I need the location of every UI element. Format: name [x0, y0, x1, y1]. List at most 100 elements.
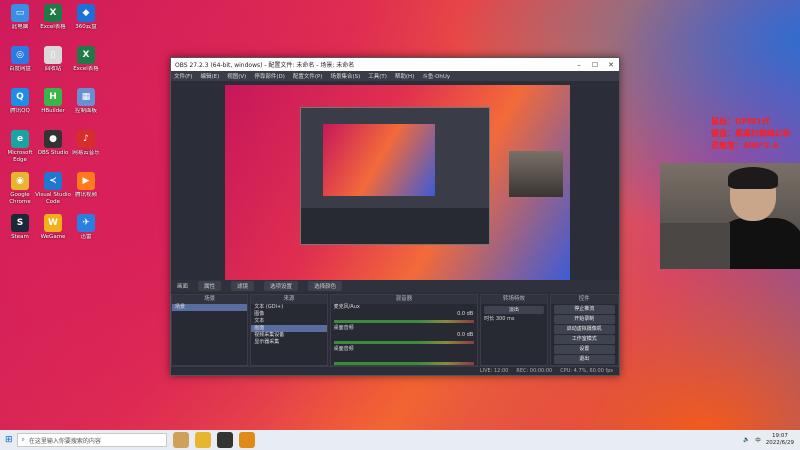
- desktop-icon[interactable]: W WeGame: [35, 214, 71, 241]
- app-icon: ▶: [77, 172, 95, 190]
- desktop-icon[interactable]: H HBuilder: [35, 88, 71, 115]
- desktop-icon[interactable]: X Excel表格: [35, 4, 71, 31]
- option-settings-button[interactable]: 选项设置: [264, 281, 299, 291]
- source-item[interactable]: 显示器采集: [251, 339, 326, 346]
- desktop-icon-label: 此电脑: [11, 24, 29, 30]
- control-button[interactable]: 设置: [553, 345, 615, 354]
- app-icon: ≺: [44, 172, 62, 190]
- select-color-button[interactable]: 选择颜色: [308, 281, 343, 291]
- desktop-icon[interactable]: ▦ 控制面板: [68, 88, 104, 115]
- source-item[interactable]: 文本: [251, 318, 326, 325]
- menu-item[interactable]: 配置文件(P): [293, 72, 323, 80]
- live-status: LIVE: 12:00: [479, 368, 509, 374]
- desktop-icon-label: OBS Studio: [37, 150, 69, 156]
- desktop-icon[interactable]: e Microsoft Edge: [2, 130, 38, 163]
- volume-icon[interactable]: 🔈: [743, 437, 750, 443]
- app-icon: ▭: [11, 4, 29, 22]
- webcam-desk: [660, 223, 730, 269]
- desktop-icon[interactable]: ◉ Google Chrome: [2, 172, 38, 205]
- mixer-track-level: 0.0 dB: [457, 332, 474, 338]
- system-tray: 🔈 中 19:07 2022/6/29: [743, 433, 800, 447]
- control-button[interactable]: 停止推流: [553, 305, 615, 314]
- menu-item[interactable]: 工具(T): [368, 72, 387, 80]
- volume-meter[interactable]: [333, 362, 475, 365]
- properties-button[interactable]: 属性: [198, 281, 222, 291]
- control-button[interactable]: 工作室模式: [553, 335, 615, 344]
- menu-item[interactable]: 帮助(H): [395, 72, 414, 80]
- desktop-icon[interactable]: ▭ 此电脑: [2, 4, 38, 31]
- rec-status: REC: 00:00:00: [516, 368, 553, 374]
- source-item[interactable]: 视频采集设备: [251, 332, 326, 339]
- source-item[interactable]: 文本 (GDI+): [251, 304, 326, 311]
- app-icon: ●: [44, 130, 62, 148]
- clock-date: 2022/6/29: [765, 440, 794, 446]
- volume-meter[interactable]: [333, 320, 475, 323]
- control-button[interactable]: 开始录制: [553, 315, 615, 324]
- taskbar-chrome-icon[interactable]: [194, 432, 211, 448]
- volume-meter[interactable]: [333, 341, 475, 344]
- window-titlebar[interactable]: OBS 27.2.3 (64-bit, windows) - 配置文件: 未命名…: [171, 58, 619, 71]
- controls-dock: 控件 停止推流 开始录制 启动虚拟摄像机 工作室模式 设置 退出: [549, 294, 619, 366]
- app-icon: ▦: [77, 88, 95, 106]
- desktop-icon[interactable]: ♪ 网易云音乐: [68, 130, 104, 157]
- clock[interactable]: 19:07 2022/6/29: [766, 433, 794, 447]
- desktop-icon[interactable]: ✈ 迅雷: [68, 214, 104, 241]
- desktop-icon-label: Steam: [11, 234, 29, 240]
- control-button[interactable]: 启动虚拟摄像机: [553, 325, 615, 334]
- taskbar-app-icon[interactable]: [238, 432, 255, 448]
- taskbar-obs-icon[interactable]: [216, 432, 233, 448]
- duration-value[interactable]: 300 ms: [496, 316, 515, 322]
- desktop-icon[interactable]: X Excel表格: [68, 46, 104, 73]
- menu-item[interactable]: 斗鱼·OhUy: [422, 72, 450, 80]
- nested-webcam: [509, 151, 563, 197]
- desktop-icon[interactable]: ● OBS Studio: [35, 130, 71, 157]
- desktop-icon[interactable]: ▯ 回收站: [35, 46, 71, 73]
- app-icon: X: [44, 4, 62, 22]
- mixer-dock: 混音器 麦克风/Aux 0.0 dB 桌面音频 0.0 dB 桌面音频: [329, 294, 479, 366]
- mixer-track-name: 桌面音频: [333, 325, 354, 331]
- app-icon: ✈: [77, 214, 95, 232]
- scene-item[interactable]: 场景: [172, 304, 248, 311]
- cpu-status: CPU: 4.7%, 60.00 fps: [560, 368, 613, 374]
- start-icon[interactable]: ⊞: [5, 435, 13, 445]
- desktop-icon[interactable]: ◎ 百度网盘: [2, 46, 38, 73]
- minimize-icon[interactable]: –: [571, 58, 587, 71]
- mixer-track-level: [331, 353, 478, 360]
- maximize-icon[interactable]: ☐: [587, 58, 603, 71]
- mixer-track-name: 麦克风/Aux: [333, 304, 360, 310]
- menu-item[interactable]: 视图(V): [227, 72, 246, 80]
- lang-indicator[interactable]: 中: [755, 436, 761, 444]
- desktop-icon[interactable]: ▶ 腾讯视频: [68, 172, 104, 199]
- menu-item[interactable]: 停靠部件(D): [254, 72, 285, 80]
- taskbar-search[interactable]: ⌕ 在这里输入你要搜索的内容: [16, 433, 167, 447]
- source-item[interactable]: 画面: [251, 325, 327, 332]
- filters-button[interactable]: 滤镜: [231, 281, 255, 291]
- transition-select[interactable]: 淡出: [484, 306, 544, 314]
- desktop-icon-label: 腾讯视频: [74, 192, 97, 198]
- duration-label: 时长 300 ms: [484, 316, 515, 322]
- obs-window[interactable]: OBS 27.2.3 (64-bit, windows) - 配置文件: 未命名…: [170, 57, 620, 376]
- menu-item[interactable]: 场景集合(S): [330, 72, 360, 80]
- status-bar: LIVE: 12:00 REC: 00:00:00 CPU: 4.7%, 60.…: [171, 366, 619, 375]
- nested-preview: [323, 124, 435, 196]
- dock-area: 场景 场景 来源 文本 (GDI+) 图像 文本 画面 视频采集设备 显示器采集 混音器 …: [171, 294, 619, 366]
- control-button[interactable]: 退出: [553, 355, 615, 364]
- desktop-icon[interactable]: S Steam: [2, 214, 38, 241]
- desktop-icon-label: Google Chrome: [9, 192, 31, 205]
- close-icon[interactable]: ✕: [603, 58, 619, 71]
- transitions-header: 转场特效: [481, 295, 547, 304]
- nested-obs-window: [300, 107, 490, 245]
- menu-item[interactable]: 文件(F): [174, 72, 192, 80]
- source-item[interactable]: 图像: [251, 311, 326, 318]
- overlay-line-mouse: 鼠标：GPW1代: [711, 117, 770, 126]
- gear-overlay-text: 鼠标：GPW1代 键盘：黑寡妇蜘蛛幻彩 灵敏度：400*2.4: [711, 116, 791, 152]
- desktop-icon[interactable]: ≺ Visual Studio Code: [35, 172, 71, 205]
- controls-header: 控件: [550, 295, 618, 304]
- scene-preview[interactable]: [225, 85, 570, 281]
- scenes-dock: 场景 场景: [171, 294, 249, 366]
- taskbar-file-explorer-icon[interactable]: [172, 432, 189, 448]
- menu-item[interactable]: 编辑(E): [200, 72, 219, 80]
- desktop-icon-label: HBuilder: [41, 108, 65, 114]
- desktop-icon[interactable]: ◆ 360云盘: [68, 4, 104, 31]
- desktop-icon[interactable]: Q 腾讯QQ: [2, 88, 38, 115]
